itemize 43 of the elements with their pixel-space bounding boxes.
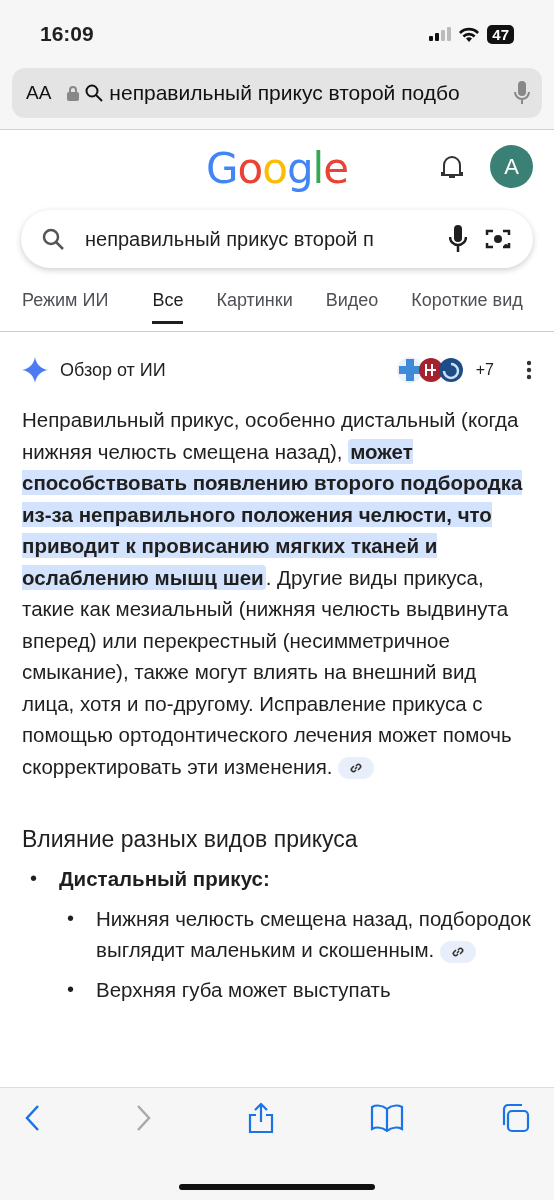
tab[interactable]: Картинки [216,275,293,324]
account-avatar[interactable]: A [490,145,533,188]
site-icon [437,357,464,383]
sparkle-icon [22,357,48,383]
more-options-icon[interactable] [526,360,532,380]
battery-level: 47 [487,24,514,44]
microphone-icon[interactable] [449,225,467,253]
bullet-text: Верхняя губа может выступать [96,977,391,1001]
search-bar[interactable]: неправильный прикус второй п [21,210,533,268]
lock-icon [67,85,80,101]
bullet-text: Нижняя челюсть смещена назад, подбородок выглядит маленьким и скошенным. [96,906,531,961]
search-input[interactable]: неправильный прикус второй п [83,226,431,252]
search-icon [85,84,104,102]
section-heading: Влияние разных видов прикуса [22,826,359,853]
bullet-point: • [67,976,75,1002]
tabs-button[interactable] [500,1103,530,1133]
link-button[interactable] [338,757,375,780]
google-logo: Google [205,143,349,193]
bell-icon[interactable] [440,153,464,180]
more-sources-count: +7 [475,361,494,379]
tab[interactable]: Режим ИИ [22,275,109,324]
tab[interactable]: Короткие вид [411,275,523,324]
url-text: неправильный прикус второй подбо [109,81,461,105]
signal-icon [429,27,452,41]
tab[interactable]: Видео [325,275,379,324]
bullet-point: • [67,905,75,931]
bookmarks-button[interactable] [370,1104,404,1132]
address-bar[interactable]: AA неправильный прикус второй подбо [12,68,542,118]
overview-paragraph: Неправильный прикус, особенно дистальный (когда нижняя челюсть смещена назад), может способствовать появлению второго подбородка из-за неправильного положения челюсти, что приводит к провисанию мягких тканей и ослаблению мышц шеи. Другие виды прикуса, такие как мезиальный (нижняя челюсть выдвинута вперед) или перекрестный (несимметричное смыкание), также могут влиять на внешний вид лица, хотя и по-другому. Исправление прикуса с помощью ортодонтического лечения может помочь скорректировать эти изменения. [22,407,524,782]
camera-icon[interactable] [485,227,511,251]
overview-title: Обзор от ИИ [60,359,167,381]
site-icon [417,357,444,383]
bullet-point: • [30,866,38,891]
bullet-title: Дистальный прикус: [59,867,270,890]
tab[interactable]: Все [152,275,184,324]
site-icon [395,356,424,384]
text-size-button[interactable]: AA [24,82,62,104]
wifi-icon [459,26,480,42]
status-time: 16:09 [40,22,94,46]
share-button[interactable] [248,1102,274,1134]
back-button[interactable] [24,1104,40,1132]
link-button[interactable] [440,940,477,963]
search-icon [41,227,65,251]
